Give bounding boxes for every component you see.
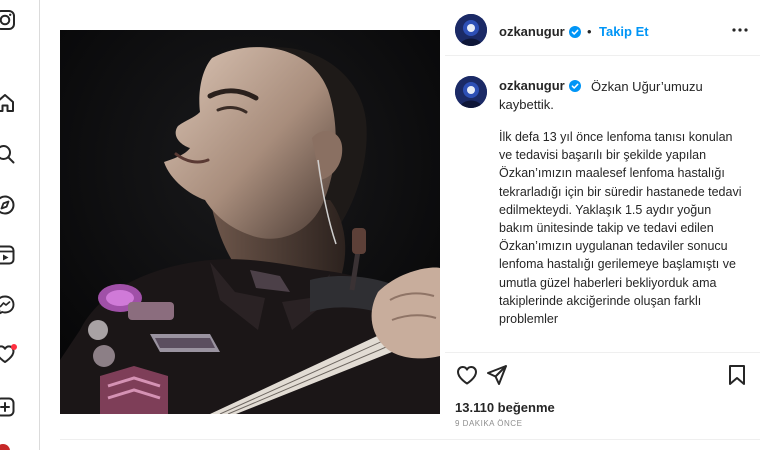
notification-badge (11, 344, 17, 350)
sidebar-nav (0, 0, 40, 450)
more-options-icon[interactable] (730, 23, 750, 37)
caption-author-avatar[interactable] (455, 76, 487, 108)
caption-body-text: İlk defa 13 yıl önce lenfoma tanısı konu… (499, 130, 742, 327)
verified-badge-icon (568, 26, 581, 38)
like-count[interactable]: 13.110 beğenme (455, 400, 555, 415)
like-heart-icon[interactable] (455, 363, 479, 387)
author-username-text[interactable]: ozkanugur (499, 24, 565, 39)
follow-button[interactable]: Takip Et (599, 24, 649, 39)
explore-icon[interactable] (0, 194, 16, 216)
author-username[interactable]: ozkanugur (499, 24, 581, 39)
avatar-image (455, 14, 487, 46)
save-bookmark-icon[interactable] (725, 363, 749, 387)
author-avatar[interactable] (455, 14, 487, 46)
instagram-logo-icon[interactable] (0, 9, 16, 31)
post-header: ozkanugur • Takip Et (445, 0, 760, 56)
search-icon[interactable] (0, 143, 16, 165)
post-sidebar: ozkanugur • Takip Et ozkanugur Özkan Uğu… (445, 0, 760, 440)
post-photo-illustration (60, 30, 440, 414)
profile-avatar-icon[interactable] (0, 444, 10, 450)
header-separator: • (587, 24, 592, 39)
create-icon[interactable] (0, 396, 16, 418)
post-caption: ozkanugur Özkan Uğur’umuzu kaybettik. İl… (445, 66, 760, 350)
messages-icon[interactable] (0, 294, 16, 316)
post-actions: 13.110 beğenme 9 dakika önce (445, 352, 760, 440)
home-icon[interactable] (0, 92, 16, 114)
share-send-icon[interactable] (485, 363, 509, 387)
avatar-image (455, 76, 487, 108)
post-card: ozkanugur • Takip Et ozkanugur Özkan Uğu… (60, 0, 760, 440)
caption-lead-text: Özkan Uğur’umuzu kaybettik. (499, 79, 707, 112)
reels-icon[interactable] (0, 244, 16, 266)
post-timestamp[interactable]: 9 dakika önce (455, 419, 522, 428)
post-image[interactable] (60, 30, 440, 414)
